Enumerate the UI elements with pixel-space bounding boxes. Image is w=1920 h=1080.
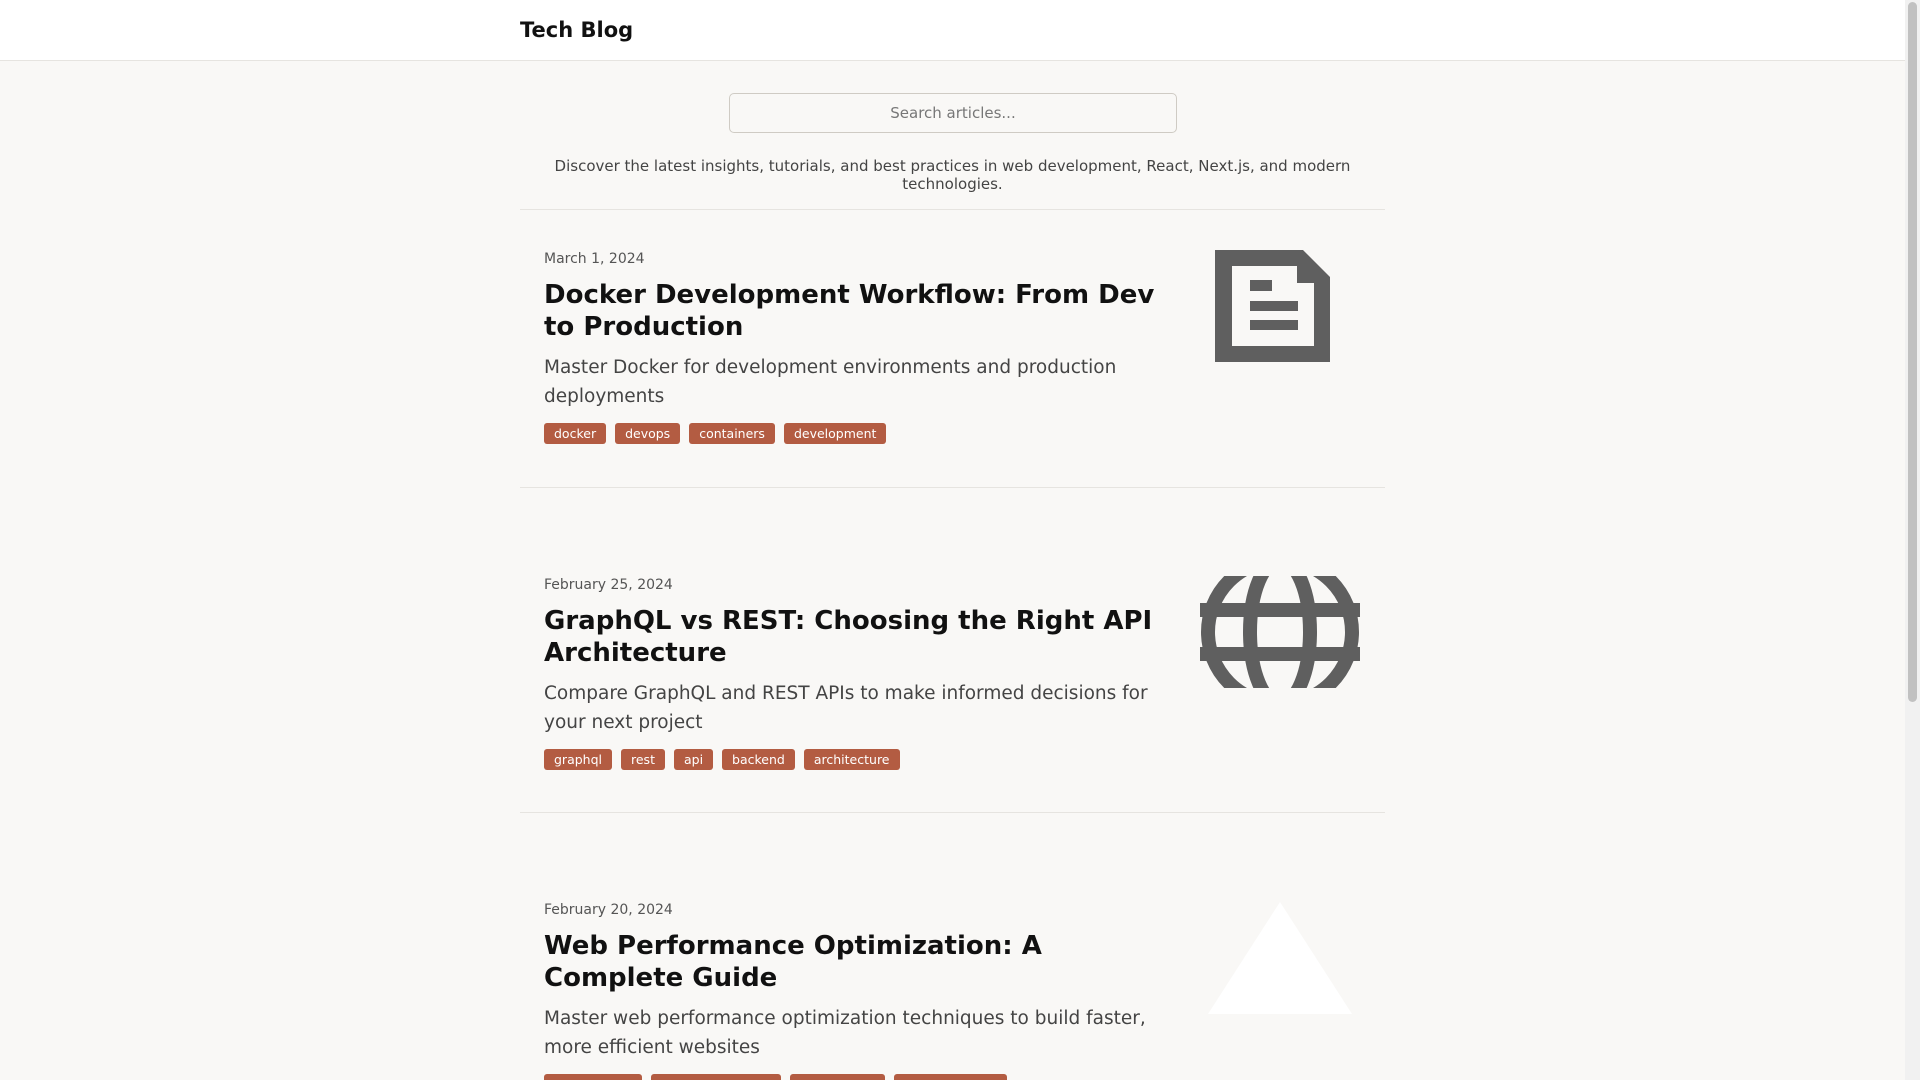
divider xyxy=(520,812,1385,813)
tag[interactable] xyxy=(651,1074,781,1080)
document-icon[interactable] xyxy=(1180,246,1380,366)
tag[interactable] xyxy=(894,1074,1007,1080)
post-date: February 25, 2024 xyxy=(544,577,673,593)
post-date: February 20, 2024 xyxy=(544,902,673,918)
triangle-icon[interactable] xyxy=(1180,898,1380,1018)
tag[interactable]: rest xyxy=(621,749,665,770)
tag-list: graphql rest api backend architecture xyxy=(544,749,1164,770)
tag[interactable]: graphql xyxy=(544,749,612,770)
post-date: March 1, 2024 xyxy=(544,251,645,267)
tag[interactable] xyxy=(790,1074,885,1080)
divider xyxy=(520,209,1385,210)
tag[interactable]: docker xyxy=(544,423,607,444)
post-item: March 1, 2024 Docker Development Workflo… xyxy=(544,251,1164,444)
tag-list: docker devops containers development xyxy=(544,423,1164,444)
tag[interactable]: development xyxy=(783,423,887,444)
tag[interactable]: api xyxy=(673,749,714,770)
post-item: February 25, 2024 GraphQL vs REST: Choos… xyxy=(544,577,1164,770)
post-item: February 20, 2024 Web Performance Optimi… xyxy=(544,902,1164,1080)
globe-icon[interactable] xyxy=(1180,572,1380,692)
tag[interactable]: containers xyxy=(689,423,775,444)
post-title[interactable]: Web Performance Optimization: A Complete… xyxy=(544,930,1164,994)
search-input[interactable] xyxy=(729,93,1177,133)
post-title[interactable]: GraphQL vs REST: Choosing the Right API … xyxy=(544,605,1164,669)
site-header: Tech Blog xyxy=(0,0,1905,61)
tag[interactable]: architecture xyxy=(803,749,900,770)
post-description: Master web performance optimization tech… xyxy=(544,1008,1146,1058)
site-brand[interactable]: Tech Blog xyxy=(520,18,633,42)
post-description: Compare GraphQL and REST APIs to make in… xyxy=(544,683,1148,733)
intro-text: Discover the latest insights, tutorials,… xyxy=(554,157,1351,193)
post-description: Master Docker for development environmen… xyxy=(544,357,1117,407)
tag-list xyxy=(544,1074,1164,1080)
divider xyxy=(520,487,1385,488)
post-title[interactable]: Docker Development Workflow: From Dev to… xyxy=(544,279,1164,343)
tag[interactable]: backend xyxy=(722,749,795,770)
scrollbar-thumb[interactable] xyxy=(1908,2,1917,702)
tag[interactable] xyxy=(544,1074,642,1080)
page-scrollbar[interactable] xyxy=(1905,0,1920,1080)
tag[interactable]: devops xyxy=(615,423,681,444)
